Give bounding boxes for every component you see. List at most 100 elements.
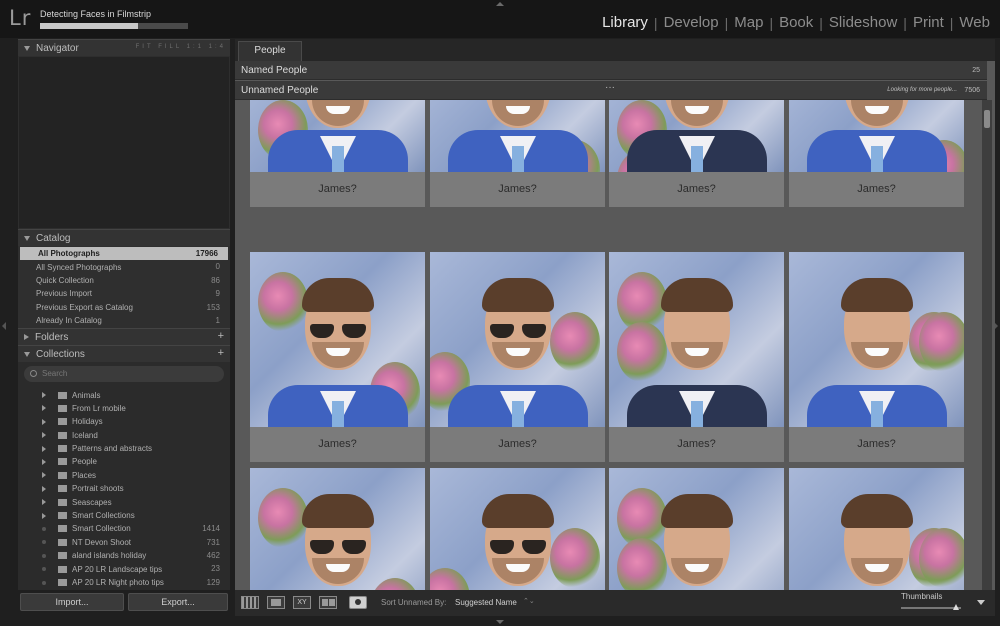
collection-item[interactable]: From Lr mobile [18, 402, 230, 415]
expand-triangle-icon[interactable] [42, 512, 46, 519]
collection-item[interactable]: Places [18, 469, 230, 482]
face-photo[interactable] [609, 252, 784, 427]
module-library[interactable]: Library [596, 14, 654, 31]
thumbnail-slider-knob[interactable] [953, 604, 960, 610]
navigator-zoom-options[interactable]: FIT FILL 1:1 1:4 [136, 44, 226, 50]
folders-header[interactable]: Folders + [18, 328, 230, 346]
collection-dot-icon [42, 580, 46, 585]
expand-triangle-icon[interactable] [42, 472, 46, 479]
face-photo[interactable] [609, 100, 784, 172]
expand-triangle-icon[interactable] [42, 392, 46, 399]
sort-dropdown[interactable]: Suggested Name [455, 598, 517, 607]
grid-view-icon[interactable] [241, 596, 259, 609]
collection-item[interactable]: Smart Collections [18, 509, 230, 522]
face-photo[interactable] [250, 100, 425, 172]
module-book[interactable]: Book [773, 14, 819, 31]
catalog-item[interactable]: All Photographs 17966 [20, 247, 228, 261]
export-button[interactable]: Export... [128, 593, 228, 611]
catalog-title: Catalog [36, 232, 71, 244]
import-button[interactable]: Import... [20, 593, 124, 611]
face-name-field[interactable]: James? [609, 427, 784, 462]
navigator-preview[interactable] [18, 56, 230, 229]
face-photo[interactable] [250, 252, 425, 427]
expand-triangle-icon[interactable] [42, 432, 46, 439]
face-name-field[interactable]: James? [609, 172, 784, 207]
section-menu-icon[interactable]: ··· [605, 78, 615, 97]
expand-triangle-icon[interactable] [42, 458, 46, 465]
face-photo[interactable] [609, 468, 784, 590]
module-print[interactable]: Print [907, 14, 950, 31]
expand-triangle-icon[interactable] [42, 499, 46, 506]
expand-triangle-icon[interactable] [42, 405, 46, 412]
face-name-field[interactable]: James? [789, 427, 964, 462]
survey-view-icon[interactable] [319, 596, 337, 609]
catalog-item[interactable]: Already In Catalog 1 [18, 314, 230, 327]
add-collection-icon[interactable]: + [218, 347, 224, 359]
people-view-icon[interactable] [349, 596, 367, 609]
face-name-field[interactable]: James? [430, 427, 605, 462]
collection-set-icon [58, 418, 67, 426]
module-develop[interactable]: Develop [658, 14, 725, 31]
collection-item[interactable]: Seascapes [18, 495, 230, 508]
face-detection-status: Looking for more people... [887, 87, 957, 93]
collection-item[interactable]: Animals [18, 388, 230, 401]
expand-triangle-icon[interactable] [42, 418, 46, 425]
collection-item[interactable]: AP 20 LR Landscape tips 23 [18, 562, 230, 575]
face-photo[interactable] [430, 100, 605, 172]
bouquet-graphic [550, 312, 600, 372]
toolbar-menu-chevron-icon[interactable] [977, 600, 985, 605]
bottom-panel-toggle-icon[interactable] [496, 620, 504, 624]
sort-dropdown-arrows-icon[interactable]: ⌃⌄ [523, 597, 535, 605]
module-web[interactable]: Web [953, 14, 996, 31]
collection-set-icon [58, 445, 67, 453]
unnamed-people-header[interactable]: Unnamed People ··· Looking for more peop… [235, 81, 987, 100]
catalog-item-count: 9 [215, 289, 220, 299]
compare-view-icon[interactable]: XY [293, 596, 311, 609]
tie-graphic [871, 146, 883, 172]
loupe-view-icon[interactable] [267, 596, 285, 609]
face-photo[interactable] [250, 468, 425, 590]
left-panel-toggle-icon[interactable] [2, 322, 6, 330]
expand-triangle-icon[interactable] [42, 445, 46, 452]
face-name-field[interactable]: James? [250, 172, 425, 207]
collection-item[interactable]: Patterns and abstracts [18, 442, 230, 455]
collection-item[interactable]: NT Devon Shoot 731 [18, 536, 230, 549]
tab-people[interactable]: People [238, 41, 302, 61]
scrollbar-thumb[interactable] [984, 110, 990, 128]
collection-item[interactable]: Smart Collection 1414 [18, 522, 230, 535]
face-photo[interactable] [789, 468, 964, 590]
lightroom-window: Lr Detecting Faces in Filmstrip Library |… [0, 0, 1000, 626]
collection-item[interactable]: People [18, 455, 230, 468]
module-slideshow[interactable]: Slideshow [823, 14, 903, 31]
collection-label: Smart Collections [72, 511, 135, 521]
face-name-field[interactable]: James? [250, 427, 425, 462]
face-photo[interactable] [430, 252, 605, 427]
collection-item[interactable]: Portrait shoots [18, 482, 230, 495]
collection-item[interactable]: Iceland [18, 429, 230, 442]
face-name-field[interactable]: James? [430, 172, 605, 207]
top-panel-toggle-icon[interactable] [496, 2, 504, 6]
expand-triangle-icon[interactable] [42, 485, 46, 492]
catalog-header[interactable]: Catalog [18, 229, 230, 246]
navigator-title: Navigator [36, 42, 79, 54]
collection-item[interactable]: Holidays [18, 415, 230, 428]
thumbnails-label: Thumbnails [901, 592, 943, 601]
face-photo[interactable] [789, 100, 964, 172]
collection-item[interactable]: aland islands holiday 462 [18, 549, 230, 562]
catalog-item[interactable]: Previous Export as Catalog 153 [18, 301, 230, 314]
thumbnail-size-slider[interactable] [901, 607, 961, 609]
face-photo[interactable] [789, 252, 964, 427]
navigator-header[interactable]: Navigator FIT FILL 1:1 1:4 [18, 39, 230, 56]
face-photo[interactable] [430, 468, 605, 590]
add-folder-icon[interactable]: + [218, 330, 224, 342]
collections-header[interactable]: Collections + [18, 345, 230, 363]
grid-scrollbar[interactable] [982, 100, 992, 590]
catalog-item[interactable]: All Synced Photographs 0 [18, 260, 230, 273]
collection-item[interactable]: AP 20 LR Night photo tips 129 [18, 576, 230, 589]
collections-search-input[interactable]: Search [24, 366, 224, 383]
catalog-item[interactable]: Quick Collection 86 [18, 274, 230, 287]
activity-progress-bar[interactable] [40, 23, 188, 29]
module-map[interactable]: Map [728, 14, 769, 31]
catalog-item[interactable]: Previous Import 9 [18, 287, 230, 300]
face-name-field[interactable]: James? [789, 172, 964, 207]
